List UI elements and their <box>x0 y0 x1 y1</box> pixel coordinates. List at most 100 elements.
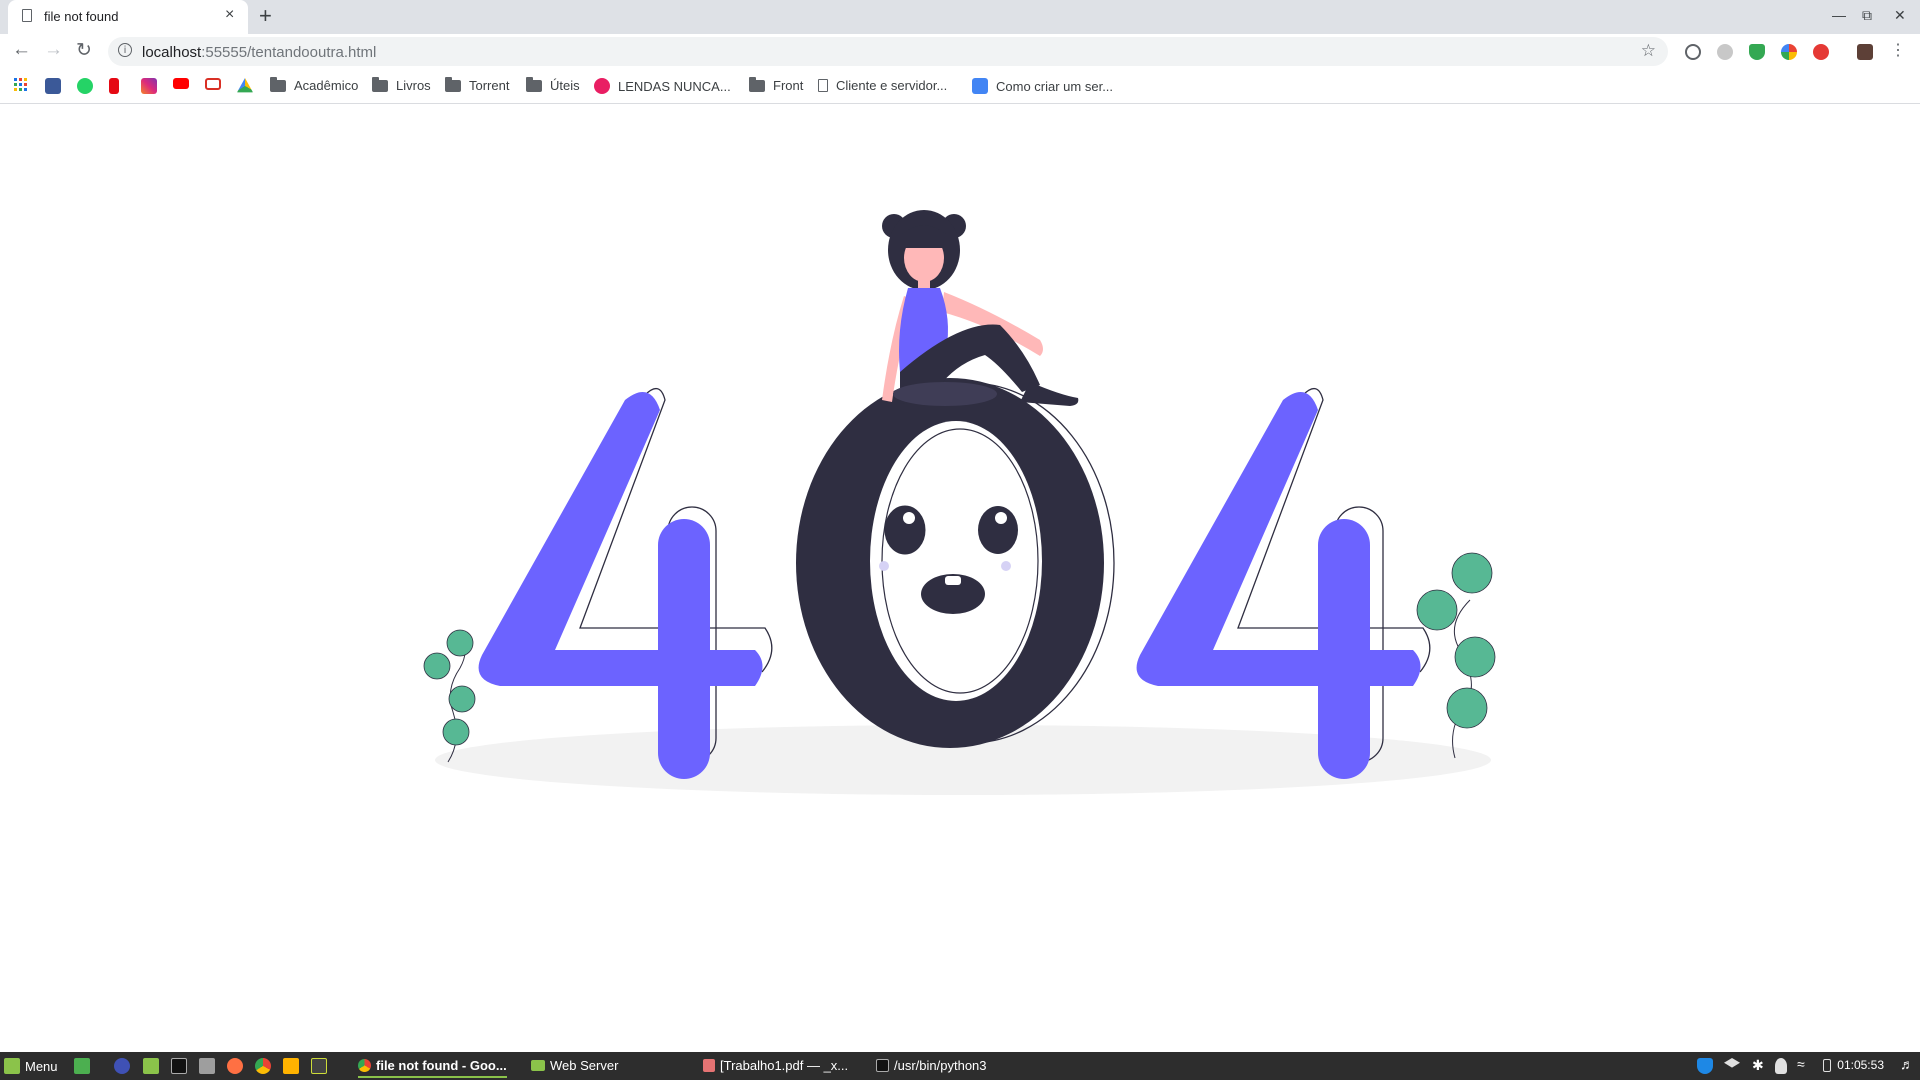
chrome-extension-icon[interactable] <box>1781 44 1797 60</box>
user-icon[interactable] <box>1775 1058 1787 1074</box>
zero-hole <box>870 421 1042 701</box>
bookmark-label: Front <box>773 78 804 93</box>
forward-icon[interactable]: → <box>44 39 63 61</box>
bookmark-label: Como criar um ser... <box>996 78 1114 94</box>
url-host: localhost <box>142 44 202 61</box>
folder-icon <box>372 76 388 92</box>
bookmark-label: Torrent <box>469 78 510 93</box>
bookmark-folder-academico[interactable]: Acadêmico <box>270 76 359 93</box>
bookmark-label: LENDAS NUNCA... <box>618 78 731 94</box>
chrome-icon[interactable] <box>255 1058 271 1074</box>
folder-icon <box>531 1060 545 1071</box>
address-bar[interactable]: i localhost:55555/tentandooutra.html ☆ <box>108 37 1668 66</box>
bookmark-lendas[interactable]: LENDAS NUNCA... <box>594 78 731 94</box>
bookmark-folder-front[interactable]: Front <box>749 76 804 93</box>
clock[interactable]: 01:05:53 <box>1837 1058 1884 1072</box>
eclipse-icon[interactable] <box>114 1058 130 1074</box>
bookmark-label: Livros <box>396 78 431 93</box>
clapper-icon[interactable] <box>283 1058 299 1074</box>
bookmark-star-icon[interactable]: ☆ <box>1641 41 1656 61</box>
red-extension-icon[interactable] <box>1813 44 1829 60</box>
drive-icon[interactable] <box>237 78 253 94</box>
shield-extension-icon[interactable] <box>1749 44 1765 60</box>
menu-label: Menu <box>25 1058 58 1074</box>
gmail-icon[interactable] <box>205 78 221 90</box>
left-plant <box>423 629 476 763</box>
files-icon[interactable] <box>143 1058 159 1074</box>
start-menu-button[interactable]: Menu <box>4 1058 58 1074</box>
mint-logo-icon <box>4 1058 20 1074</box>
back-icon[interactable]: ← <box>12 39 31 61</box>
grey-extension-icon[interactable] <box>1717 44 1733 60</box>
bookmark-cliente-servidor[interactable]: Cliente e servidor... <box>818 78 947 93</box>
task-pdf[interactable]: [Trabalho1.pdf — _x... <box>703 1058 848 1073</box>
left-four <box>478 392 763 779</box>
terminal-icon <box>876 1059 889 1072</box>
lendas-icon <box>594 78 610 94</box>
task-label: file not found - Goo... <box>376 1058 507 1073</box>
folder-icon <box>749 76 765 92</box>
battery-icon[interactable] <box>1823 1059 1831 1072</box>
right-cheek <box>1001 561 1011 571</box>
404-illustration <box>423 210 1496 795</box>
page-icon <box>818 79 828 92</box>
folder-icon <box>270 76 286 92</box>
firefox-icon[interactable] <box>227 1058 243 1074</box>
netflix-icon[interactable] <box>109 78 119 94</box>
profile-avatar[interactable] <box>1857 44 1873 60</box>
whatsapp-icon[interactable] <box>77 78 93 94</box>
instagram-icon[interactable] <box>141 78 157 94</box>
task-python[interactable]: /usr/bin/python3 <box>876 1058 987 1073</box>
tab-close-button[interactable]: × <box>225 6 234 24</box>
reload-icon[interactable]: ↻ <box>76 39 92 62</box>
task-label: [Trabalho1.pdf — _x... <box>720 1058 849 1073</box>
bookmark-folder-livros[interactable]: Livros <box>372 76 431 93</box>
bookmark-label: Cliente e servidor... <box>836 78 948 93</box>
url-path: :55555/tentandooutra.html <box>201 44 377 61</box>
bookmark-label: Úteis <box>550 78 580 93</box>
tab-strip: file not found × + — ⧉ ✕ <box>0 0 1920 34</box>
page-icon <box>22 9 32 22</box>
dropbox-icon[interactable] <box>1724 1058 1740 1068</box>
left-cheek <box>879 561 889 571</box>
close-window-icon[interactable]: ✕ <box>1894 7 1906 24</box>
monitor-icon[interactable] <box>311 1058 327 1074</box>
bluetooth-icon[interactable]: ✱ <box>1752 1057 1764 1074</box>
info-icon[interactable]: i <box>118 43 132 57</box>
girl-figure <box>882 210 1079 406</box>
site-icon <box>972 78 988 94</box>
wifi-icon[interactable]: ≈ <box>1797 1056 1805 1072</box>
new-tab-button[interactable]: + <box>259 3 272 29</box>
right-four <box>1136 392 1421 779</box>
facebook-icon[interactable] <box>45 78 61 94</box>
bookmark-label: Acadêmico <box>294 78 359 93</box>
chrome-icon <box>358 1059 371 1072</box>
bookmarks-bar: Acadêmico Livros Torrent Úteis LENDAS NU… <box>0 70 1920 104</box>
folder-icon <box>526 76 542 92</box>
bookmark-folder-torrent[interactable]: Torrent <box>445 76 510 93</box>
block-extension-icon[interactable] <box>1685 44 1701 60</box>
url-text: localhost:55555/tentandooutra.html <box>142 44 376 61</box>
task-web-server[interactable]: Web Server <box>531 1058 618 1073</box>
restore-icon[interactable]: ⧉ <box>1862 7 1872 24</box>
screenshot-icon[interactable] <box>199 1058 215 1074</box>
left-eye <box>884 505 926 555</box>
pdf-icon <box>703 1059 715 1072</box>
task-chrome[interactable]: file not found - Goo... <box>358 1058 507 1078</box>
tab-title: file not found <box>44 9 119 24</box>
browser-tab[interactable]: file not found × <box>8 0 248 34</box>
task-label: /usr/bin/python3 <box>894 1058 987 1073</box>
folder-icon <box>445 76 461 92</box>
taskbar: Menu file not found - Goo... Web Server … <box>0 1052 1920 1080</box>
shield-tray-icon[interactable] <box>1697 1058 1713 1074</box>
minimize-icon[interactable]: — <box>1832 7 1846 23</box>
apps-icon[interactable] <box>14 78 28 92</box>
bookmark-folder-uteis[interactable]: Úteis <box>526 76 580 93</box>
menu-dots-icon[interactable]: ⋮ <box>1890 40 1906 60</box>
terminal-icon[interactable] <box>171 1058 187 1074</box>
bookmark-como-criar[interactable]: Como criar um ser... <box>972 78 1113 94</box>
browser-toolbar: ← → ↻ i localhost:55555/tentandooutra.ht… <box>0 34 1920 70</box>
volume-icon[interactable]: ♬ <box>1900 1056 1914 1072</box>
youtube-icon[interactable] <box>173 78 189 89</box>
show-desktop-icon[interactable] <box>74 1058 90 1074</box>
